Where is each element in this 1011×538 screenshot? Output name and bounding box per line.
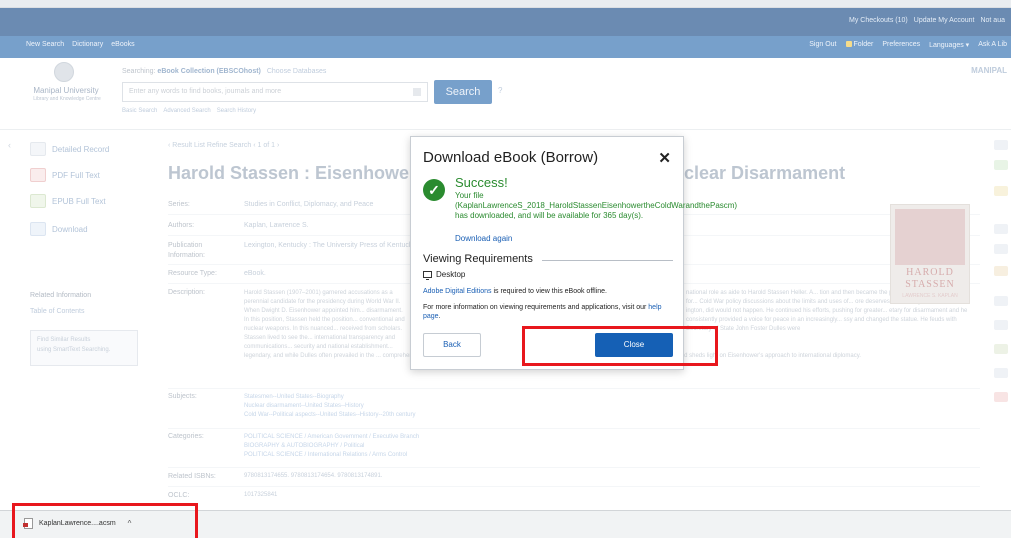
adobe-digital-editions-link[interactable]: Adobe Digital Editions <box>423 288 492 295</box>
highlight-close-button <box>522 326 718 366</box>
ade-requirement-text: is required to view this eBook offline. <box>491 288 607 295</box>
modal-title: Download eBook (Borrow) <box>423 149 599 166</box>
more-info-text: For more information on viewing requirem… <box>423 303 677 321</box>
highlight-download-item <box>12 503 198 538</box>
checkmark-icon: ✓ <box>423 179 445 201</box>
download-again-link[interactable]: Download again <box>455 234 512 243</box>
close-icon[interactable]: ✕ <box>658 149 671 167</box>
divider <box>542 260 673 261</box>
more-info-end: . <box>438 313 441 320</box>
success-message: Your file (KaplanLawrenceS_2018_HaroldSt… <box>455 191 738 220</box>
platform-label: Desktop <box>436 270 466 279</box>
success-heading: Success! <box>455 175 508 190</box>
back-button[interactable]: Back <box>423 333 481 357</box>
ade-requirement: Adobe Digital Editions is required to vi… <box>423 288 607 295</box>
platform-desktop: Desktop <box>423 270 466 280</box>
monitor-icon <box>423 271 432 280</box>
more-info-body: For more information on viewing requirem… <box>423 304 649 311</box>
viewing-requirements-heading: Viewing Requirements <box>423 253 533 265</box>
